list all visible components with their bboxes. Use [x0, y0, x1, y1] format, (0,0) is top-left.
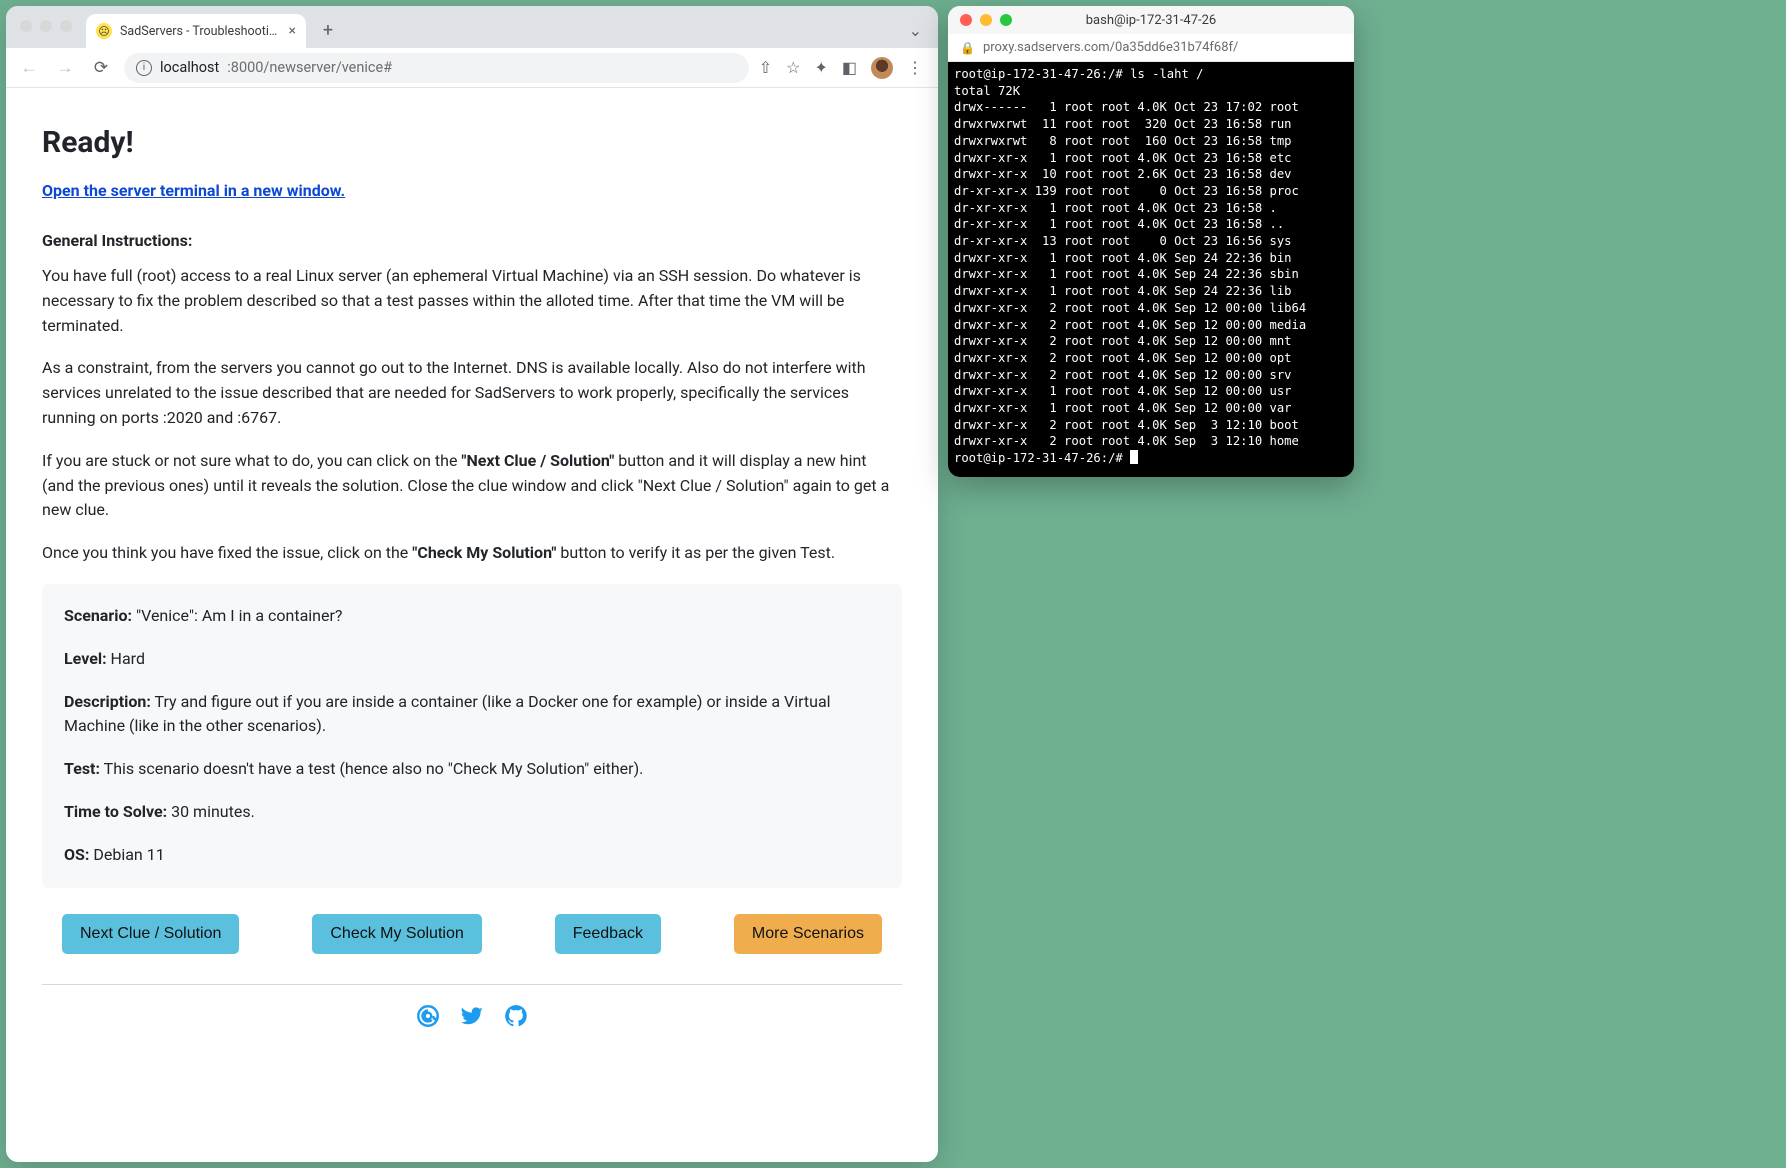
email-icon[interactable] [415, 1003, 441, 1040]
description-row: Description: Try and figure out if you a… [64, 690, 880, 740]
test-value: This scenario doesn't have a test (hence… [100, 759, 643, 778]
tab-title: SadServers - Troubleshooting [120, 24, 281, 39]
nav-reload-icon[interactable]: ⟳ [88, 58, 114, 78]
tab-overflow-icon[interactable]: ⌄ [909, 21, 922, 40]
tab-favicon-icon: ☹ [96, 23, 112, 39]
os-label: OS: [64, 845, 89, 864]
term-listing: drwx------ 1 root root 4.0K Oct 23 17:02… [954, 100, 1306, 448]
page-footer [42, 984, 902, 1040]
next-clue-button[interactable]: Next Clue / Solution [62, 914, 239, 954]
social-links [415, 1003, 529, 1040]
instructions-heading: General Instructions: [42, 229, 902, 254]
term-close-icon[interactable] [960, 14, 972, 26]
traffic-close-icon[interactable] [20, 20, 32, 32]
os-row: OS: Debian 11 [64, 843, 880, 868]
github-icon[interactable] [503, 1003, 529, 1040]
term-prompt-2: root@ip-172-31-47-26:/# [954, 451, 1130, 465]
traffic-max-icon[interactable] [60, 20, 72, 32]
term-max-icon[interactable] [1000, 14, 1012, 26]
term-command-1: ls -laht / [1130, 67, 1203, 81]
sidepanel-icon[interactable]: ◧ [842, 58, 857, 77]
lock-icon: 🔒 [960, 41, 975, 55]
feedback-button[interactable]: Feedback [555, 914, 661, 954]
p4-text-b: button to verify it as per the given Tes… [556, 543, 835, 562]
browser-menu-icon[interactable]: ⋮ [907, 58, 924, 77]
level-value: Hard [107, 649, 145, 668]
url-path: :8000/newserver/venice# [227, 59, 392, 76]
check-solution-button[interactable]: Check My Solution [312, 914, 481, 954]
profile-avatar-icon[interactable] [871, 57, 893, 79]
test-label: Test: [64, 759, 100, 778]
more-scenarios-button[interactable]: More Scenarios [734, 914, 882, 954]
url-host: localhost [160, 59, 219, 76]
test-row: Test: This scenario doesn't have a test … [64, 757, 880, 782]
bookmark-icon[interactable]: ☆ [786, 58, 800, 77]
terminal-cursor-icon [1130, 450, 1138, 464]
time-to-solve-row: Time to Solve: 30 minutes. [64, 800, 880, 825]
instructions-p4: Once you think you have fixed the issue,… [42, 541, 902, 566]
tts-value: 30 minutes. [167, 802, 255, 821]
tab-close-icon[interactable]: × [289, 23, 296, 39]
browser-window: ☹ SadServers - Troubleshooting × + ⌄ ← →… [6, 6, 938, 1162]
term-total-line: total 72K [954, 84, 1020, 98]
tts-label: Time to Solve: [64, 802, 167, 821]
open-terminal-link[interactable]: Open the server terminal in a new window… [42, 179, 345, 204]
description-value: Try and figure out if you are inside a c… [64, 692, 831, 736]
twitter-icon[interactable] [459, 1003, 485, 1040]
action-buttons: Next Clue / Solution Check My Solution F… [62, 914, 882, 954]
scenario-label: Scenario: [64, 606, 132, 625]
p3-text-a: If you are stuck or not sure what to do,… [42, 451, 461, 470]
nav-forward-icon[interactable]: → [52, 58, 78, 78]
terminal-titlebar: bash@ip-172-31-47-26 [948, 6, 1354, 34]
scenario-row: Scenario: "Venice": Am I in a container? [64, 604, 880, 629]
terminal-window: bash@ip-172-31-47-26 🔒 proxy.sadservers.… [948, 6, 1354, 477]
instructions-p2: As a constraint, from the servers you ca… [42, 356, 902, 430]
page-content: Ready! Open the server terminal in a new… [6, 88, 938, 1162]
browser-tab[interactable]: ☹ SadServers - Troubleshooting × [86, 14, 306, 48]
toolbar-right: ⇧ ☆ ✦ ◧ ⋮ [759, 57, 928, 79]
traffic-min-icon[interactable] [40, 20, 52, 32]
p4-check-bold: "Check My Solution" [412, 543, 556, 562]
scenario-value: "Venice": Am I in a container? [132, 606, 342, 625]
description-label: Description: [64, 692, 151, 711]
address-bar[interactable]: i localhost :8000/newserver/venice# [124, 53, 749, 83]
instructions-p1: You have full (root) access to a real Li… [42, 264, 902, 338]
extensions-icon[interactable]: ✦ [814, 58, 827, 77]
page-heading: Ready! [42, 120, 902, 167]
browser-tabbar: ☹ SadServers - Troubleshooting × + ⌄ [6, 6, 938, 48]
site-info-icon[interactable]: i [136, 60, 152, 76]
terminal-url-text: proxy.sadservers.com/0a35dd6e31b74f68f/ [983, 40, 1238, 55]
nav-back-icon[interactable]: ← [16, 58, 42, 78]
level-label: Level: [64, 649, 107, 668]
p3-next-clue-bold: "Next Clue / Solution" [461, 451, 614, 470]
terminal-traffic-lights [960, 14, 1012, 26]
terminal-body[interactable]: root@ip-172-31-47-26:/# ls -laht / total… [948, 62, 1354, 477]
share-icon[interactable]: ⇧ [759, 58, 772, 77]
p4-text-a: Once you think you have fixed the issue,… [42, 543, 412, 562]
level-row: Level: Hard [64, 647, 880, 672]
term-prompt-1: root@ip-172-31-47-26:/# [954, 67, 1130, 81]
terminal-url-bar: 🔒 proxy.sadservers.com/0a35dd6e31b74f68f… [948, 34, 1354, 62]
os-value: Debian 11 [89, 845, 164, 864]
terminal-title-text: bash@ip-172-31-47-26 [1086, 13, 1217, 28]
new-tab-button[interactable]: + [314, 16, 342, 44]
browser-toolbar: ← → ⟳ i localhost :8000/newserver/venice#… [6, 48, 938, 88]
scenario-box: Scenario: "Venice": Am I in a container?… [42, 584, 902, 888]
instructions-p3: If you are stuck or not sure what to do,… [42, 449, 902, 523]
window-traffic-lights [20, 20, 72, 32]
term-min-icon[interactable] [980, 14, 992, 26]
